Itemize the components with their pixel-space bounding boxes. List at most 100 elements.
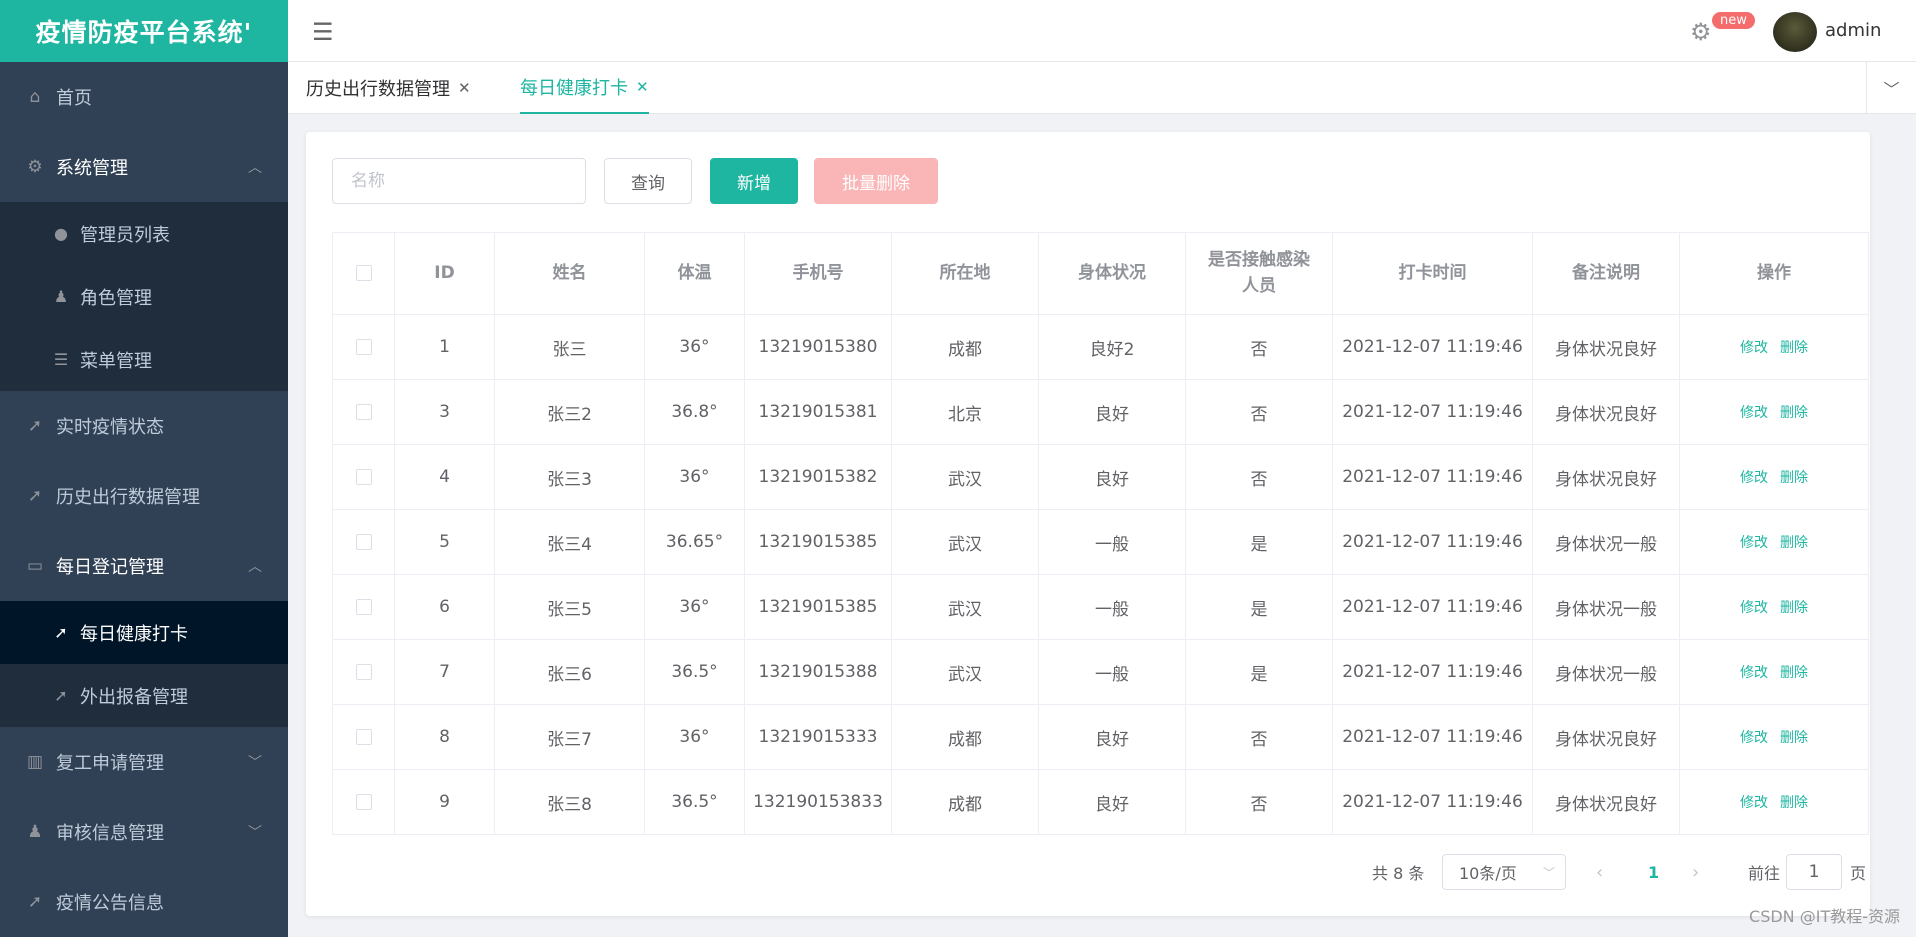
edit-link[interactable]: 修改 [1740, 600, 1768, 616]
edit-link[interactable]: 修改 [1740, 340, 1768, 356]
row-select-cell[interactable] [332, 574, 395, 640]
top-header: ☰ ⚙ new admin [288, 0, 1916, 62]
row-select-cell[interactable] [332, 769, 395, 835]
row-select-cell[interactable] [332, 704, 395, 770]
row-select-cell[interactable] [332, 444, 395, 510]
row-checkbox[interactable] [355, 664, 372, 680]
cell-id: 1 [394, 314, 495, 380]
edit-link[interactable]: 修改 [1740, 795, 1768, 811]
prev-page-icon[interactable]: ‹ [1596, 854, 1603, 890]
sidebar-item-daily[interactable]: ▭ 每日登记管理 ︿ [0, 531, 288, 601]
cell-temp: 36.5° [644, 639, 745, 705]
search-input[interactable] [332, 158, 586, 204]
sidebar-item-return-work[interactable]: ▥ 复工申请管理 ﹀ [0, 727, 288, 797]
page-size-select[interactable]: 10条/页 ﹀ [1442, 854, 1566, 890]
edit-link[interactable]: 修改 [1740, 535, 1768, 551]
row-checkbox[interactable] [355, 729, 372, 745]
row-checkbox[interactable] [355, 794, 372, 810]
goto-page-input[interactable] [1786, 854, 1842, 890]
cell-note: 身体状况一般 [1532, 574, 1680, 640]
cell-id: 7 [394, 639, 495, 705]
delete-link[interactable]: 删除 [1780, 470, 1808, 486]
chevron-up-icon: ︿ [248, 160, 262, 176]
cell-phone: 13219015381 [744, 379, 892, 445]
select-all-cell[interactable] [332, 232, 395, 315]
sidebar-item-realtime[interactable]: ➚ 实时疫情状态 [0, 391, 288, 461]
cell-phone: 13219015388 [744, 639, 892, 705]
cell-contact: 否 [1185, 314, 1333, 380]
edit-link[interactable]: 修改 [1740, 470, 1768, 486]
cell-temp: 36.8° [644, 379, 745, 445]
add-button[interactable]: 新增 [710, 158, 798, 204]
delete-link[interactable]: 删除 [1780, 405, 1808, 421]
sidebar-item-health-checkin[interactable]: ➚ 每日健康打卡 [0, 601, 288, 664]
row-select-cell[interactable] [332, 509, 395, 575]
page-number-current[interactable]: 1 [1648, 854, 1659, 890]
sidebar-item-history[interactable]: ➚ 历史出行数据管理 [0, 461, 288, 531]
sidebar-item-home[interactable]: ⌂ 首页 [0, 62, 288, 132]
delete-link[interactable]: 删除 [1780, 795, 1808, 811]
row-select-cell[interactable] [332, 639, 395, 705]
delete-link[interactable]: 删除 [1780, 535, 1808, 551]
row-checkbox[interactable] [355, 599, 372, 615]
sidebar-item-outing-report[interactable]: ➚ 外出报备管理 [0, 664, 288, 727]
sidebar-item-audit[interactable]: ♟ 审核信息管理 ﹀ [0, 797, 288, 867]
send-icon: ➚ [27, 416, 43, 436]
close-icon[interactable]: ✕ [458, 79, 471, 97]
sidebar-item-notices[interactable]: ➚ 疫情公告信息 [0, 867, 288, 937]
chevron-down-icon[interactable]: ﹀ [1866, 62, 1916, 114]
cell-name: 张三8 [494, 769, 645, 835]
sidebar-item-roles[interactable]: ♟ 角色管理 [0, 265, 288, 328]
sidebar-item-label: 实时疫情状态 [56, 417, 164, 438]
cell-note: 身体状况良好 [1532, 444, 1680, 510]
tab-health-checkin[interactable]: 每日健康打卡 ✕ [520, 62, 649, 114]
row-checkbox[interactable] [355, 534, 372, 550]
sidebar-item-label: 管理员列表 [80, 224, 170, 246]
chevron-up-icon: ︿ [248, 559, 262, 575]
close-icon[interactable]: ✕ [636, 78, 649, 96]
row-checkbox[interactable] [355, 469, 372, 485]
goto-suffix: 页 [1850, 864, 1867, 883]
username[interactable]: admin [1825, 20, 1881, 41]
row-checkbox[interactable] [355, 404, 372, 420]
cell-name: 张三2 [494, 379, 645, 445]
delete-link[interactable]: 删除 [1780, 665, 1808, 681]
edit-link[interactable]: 修改 [1740, 730, 1768, 746]
cell-contact: 是 [1185, 509, 1333, 575]
delete-link[interactable]: 删除 [1780, 340, 1808, 356]
next-page-icon[interactable]: › [1692, 854, 1699, 890]
row-select-cell[interactable] [332, 314, 395, 380]
edit-link[interactable]: 修改 [1740, 665, 1768, 681]
cell-time: 2021-12-07 11:19:46 [1332, 379, 1533, 445]
pagination-total: 共 8 条 [1372, 864, 1425, 883]
cell-location: 北京 [891, 379, 1039, 445]
user-icon: ● [54, 224, 68, 243]
table-row: 3 张三2 36.8° 13219015381 北京 良好否 2021-12-07 11:1… [332, 379, 1869, 445]
cell-id: 3 [394, 379, 495, 445]
avatar[interactable] [1773, 12, 1817, 52]
row-checkbox[interactable] [355, 339, 372, 355]
cell-condition: 良好 [1038, 769, 1186, 835]
select-all-checkbox[interactable] [355, 264, 372, 281]
sidebar-item-label: 疫情公告信息 [56, 893, 164, 914]
delete-link[interactable]: 删除 [1780, 730, 1808, 746]
cell-time: 2021-12-07 11:19:46 [1332, 444, 1533, 510]
row-select-cell[interactable] [332, 379, 395, 445]
cell-condition: 良好2 [1038, 314, 1186, 380]
delete-link[interactable]: 删除 [1780, 600, 1808, 616]
edit-link[interactable]: 修改 [1740, 405, 1768, 421]
tab-history[interactable]: 历史出行数据管理 ✕ [306, 62, 471, 114]
table-row: 7 张三6 36.5° 13219015388 武汉 一般是 2021-12-07 11:1… [332, 639, 1869, 705]
cell-note: 身体状况良好 [1532, 314, 1680, 380]
sidebar-item-system[interactable]: ⚙ 系统管理 ︿ [0, 132, 288, 202]
table-row: 5 张三4 36.65° 13219015385 武汉 一般是 2021-12-07 11:… [332, 509, 1869, 575]
role-icon: ♟ [27, 822, 43, 842]
sidebar-item-admin-list[interactable]: ● 管理员列表 [0, 202, 288, 265]
batch-delete-button[interactable]: 批量删除 [814, 158, 938, 204]
cell-time: 2021-12-07 11:19:46 [1332, 639, 1533, 705]
gear-icon[interactable]: ⚙ [1690, 18, 1712, 46]
sidebar-item-menus[interactable]: ☰ 菜单管理 [0, 328, 288, 391]
table-row: 8 张三7 36° 13219015333 成都 良好否 2021-12-07 11:19:… [332, 704, 1869, 770]
query-button[interactable]: 查询 [604, 158, 692, 204]
hamburger-icon[interactable]: ☰ [312, 18, 334, 46]
